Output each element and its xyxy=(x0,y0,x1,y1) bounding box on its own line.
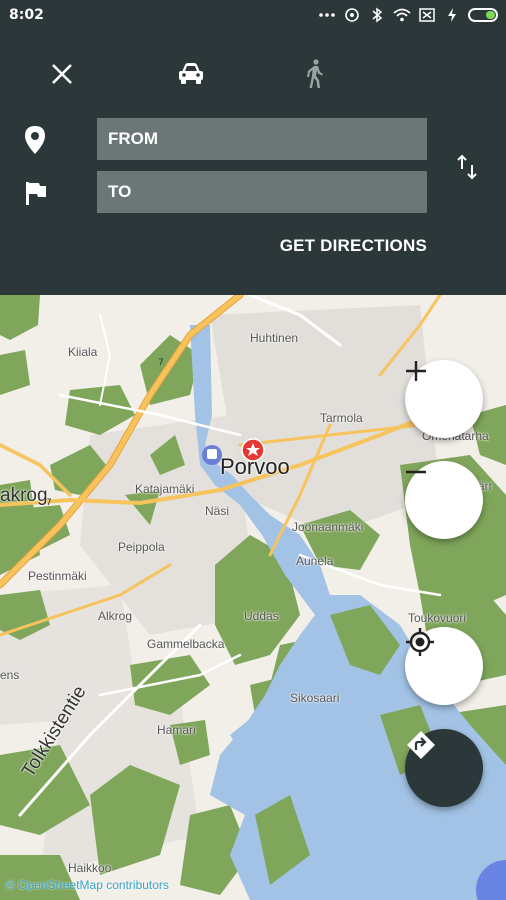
more-dots-icon xyxy=(318,6,336,24)
place-label: Alkrog xyxy=(98,609,133,623)
walk-icon xyxy=(307,59,323,88)
battery-icon xyxy=(468,8,498,22)
place-label: Huhtinen xyxy=(250,331,299,345)
place-label: Peippola xyxy=(118,540,165,554)
mode-car-button[interactable] xyxy=(171,54,211,94)
wifi-icon xyxy=(393,6,411,24)
place-label: Hamari xyxy=(157,723,196,737)
swap-icon xyxy=(457,154,477,180)
place-label: ens xyxy=(0,668,20,682)
status-time: 8:02 xyxy=(9,7,44,23)
place-label: Aunela xyxy=(296,554,334,568)
directions-panel: GET DIRECTIONS xyxy=(0,30,506,295)
svg-text:7: 7 xyxy=(158,358,164,368)
car-icon xyxy=(179,63,203,84)
plus-icon xyxy=(406,361,426,381)
zoom-out-button[interactable] xyxy=(405,461,483,539)
map-attribution[interactable]: © OpenStreetMap contributors xyxy=(6,878,169,892)
from-field[interactable] xyxy=(97,118,427,160)
close-icon xyxy=(52,64,72,84)
bluetooth-icon xyxy=(368,6,386,24)
charging-icon xyxy=(443,6,461,24)
place-label: Toukovuori xyxy=(408,611,467,625)
map-view[interactable]: 7 7 Kiiala Huhtinen Tarmola Omenatarha P… xyxy=(0,295,506,900)
close-button[interactable] xyxy=(42,54,82,94)
status-icons xyxy=(318,6,498,24)
place-label: Tarmola xyxy=(320,411,363,425)
flag-icon xyxy=(21,178,51,208)
location-pin-icon xyxy=(20,125,50,155)
place-label: Haikkoo xyxy=(68,861,112,875)
get-directions-button[interactable]: GET DIRECTIONS xyxy=(280,236,427,256)
navigate-button[interactable] xyxy=(405,729,483,807)
directions-icon xyxy=(407,731,435,759)
city-label: Porvoo xyxy=(220,454,290,479)
hotspot-icon xyxy=(343,6,361,24)
minus-icon xyxy=(406,470,426,474)
place-label: Sikosaari xyxy=(290,691,340,705)
place-label: Uddas xyxy=(244,609,279,623)
place-label: Katajamäki xyxy=(135,482,195,496)
bus-stop-marker xyxy=(202,445,222,465)
place-label: Näsi xyxy=(205,504,230,518)
my-location-button[interactable] xyxy=(405,627,483,705)
my-location-icon xyxy=(406,628,434,656)
place-label: akrog xyxy=(0,485,48,506)
zoom-in-button[interactable] xyxy=(405,360,483,438)
status-bar: 8:02 xyxy=(0,0,506,30)
swap-button[interactable] xyxy=(452,152,482,182)
mode-walk-button[interactable] xyxy=(295,54,335,94)
place-label: Kiiala xyxy=(68,345,98,359)
place-label: Joonaanmäki xyxy=(292,520,364,534)
to-field[interactable] xyxy=(97,171,427,213)
sim-blocked-icon xyxy=(418,6,436,24)
place-label: Gammelbacka xyxy=(147,637,225,651)
place-label: Pestinmäki xyxy=(28,569,87,583)
